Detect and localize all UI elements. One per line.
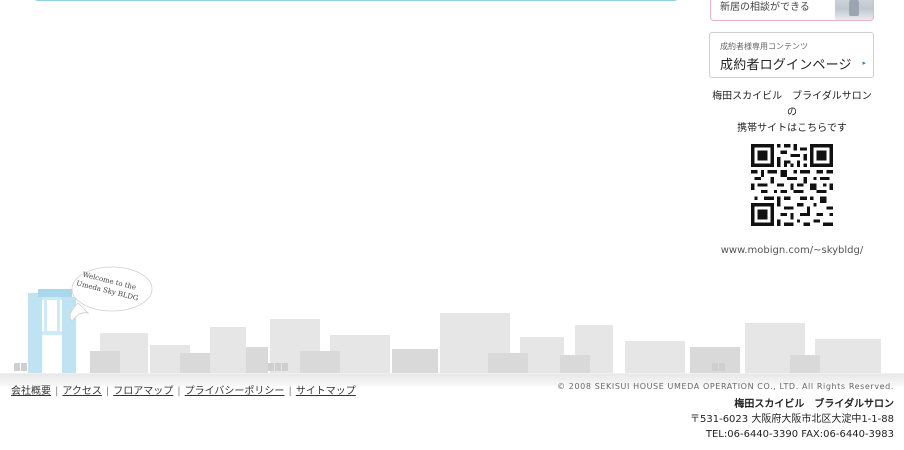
arrow-right-icon: ▸ [862, 59, 866, 67]
member-login-button[interactable]: 成約者様専用コンテンツ 成約者ログインページ ▸ [709, 32, 874, 78]
footer-separator: | [177, 386, 181, 397]
consultation-banner[interactable]: 新居の相談ができる [710, 0, 874, 21]
member-login-title: 成約者ログインページ [720, 58, 852, 73]
city-skyline-illustration: Welcome to the Umeda Sky BLDG [0, 266, 904, 380]
phone-fax: TEL:06-6440-3390 FAX:06-6440-3983 [705, 429, 894, 440]
footer-link-privacy[interactable]: プライバシーポリシー [185, 386, 285, 397]
footer-link-floor-map[interactable]: フロアマップ [113, 386, 173, 397]
mobile-site-line-2: の [787, 107, 797, 118]
consultation-banner-text: 新居の相談ができる [720, 2, 810, 13]
footer-separator: | [105, 386, 110, 397]
footer-separator: | [288, 386, 292, 397]
mobile-site-info: 梅田スカイビル ブライダルサロン の 携帯サイトはこちらです [706, 89, 878, 137]
footer-nav: 会社概要 | アクセス | フロアマップ | プライバシーポリシー | サイトマップ [11, 382, 356, 397]
mobile-site-line-3: 携帯サイトはこちらです [737, 123, 847, 134]
footer-link-company[interactable]: 会社概要 [11, 386, 51, 397]
consultation-banner-photo [835, 0, 873, 20]
company-name: 梅田スカイビル ブライダルサロン [734, 399, 894, 410]
umeda-sky-building-icon [28, 289, 76, 373]
footer-link-access[interactable]: アクセス [62, 386, 102, 397]
postal-address: 〒531-6023 大阪府大阪市北区大淀中1-1-88 [690, 414, 894, 425]
member-login-subtitle: 成約者様専用コンテンツ [720, 42, 808, 51]
footer-separator: | [55, 386, 59, 397]
mobile-site-line-1: 梅田スカイビル ブライダルサロン [712, 91, 872, 102]
company-address: 梅田スカイビル ブライダルサロン 〒531-6023 大阪府大阪市北区大淀中1-… [690, 397, 894, 442]
qr-code-icon [751, 144, 833, 226]
main-content-panel [32, 0, 680, 1]
copyright-notice: © 2008 SEKISUI HOUSE UMEDA OPERATION CO.… [557, 382, 894, 391]
footer-link-sitemap[interactable]: サイトマップ [296, 386, 356, 397]
